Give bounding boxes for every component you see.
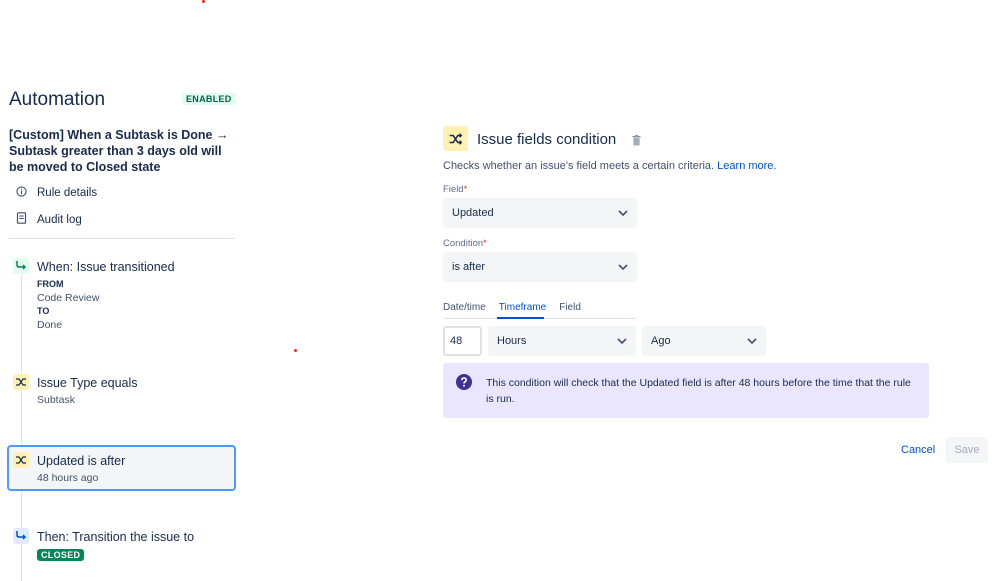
direction-select-value: Ago xyxy=(651,335,671,347)
action-node-transition[interactable]: Then: Transition the issue to CLOSED xyxy=(13,528,233,564)
trigger-title: When: Issue transitioned xyxy=(37,260,175,274)
mode-tabs: Date/time Timeframe Field xyxy=(443,302,581,313)
action-title: Then: Transition the issue to xyxy=(37,530,195,544)
field-select[interactable]: Updated xyxy=(443,198,637,228)
tab-active-indicator xyxy=(497,317,544,319)
unit-select[interactable]: Hours xyxy=(488,326,636,356)
trigger-node[interactable]: When: Issue transitioned FROM Code Revie… xyxy=(13,258,233,333)
condition-select[interactable]: is after xyxy=(443,252,637,282)
nav-audit-log[interactable]: Audit log xyxy=(16,212,82,227)
amount-input[interactable]: 48 xyxy=(443,326,482,356)
required-asterisk: * xyxy=(483,238,487,249)
chevron-down-icon xyxy=(618,207,628,219)
sidebar-divider xyxy=(9,238,235,239)
unit-select-value: Hours xyxy=(497,335,527,347)
condition1-title: Issue Type equals xyxy=(37,376,138,390)
shuffle-icon xyxy=(13,452,29,468)
tab-field[interactable]: Field xyxy=(559,302,581,313)
panel-title: Issue fields condition xyxy=(477,131,617,148)
info-icon xyxy=(16,186,27,200)
page-title: Automation xyxy=(9,89,106,110)
info-message: This condition will check that the Updat… xyxy=(443,363,929,418)
condition-node-issue-type[interactable]: Issue Type equals Subtask xyxy=(13,374,233,410)
from-value: Code Review xyxy=(37,291,100,304)
to-value: Done xyxy=(37,318,63,331)
description-text: Checks whether an issue's field meets a … xyxy=(443,160,715,172)
cancel-button[interactable]: Cancel xyxy=(901,444,935,456)
chevron-down-icon xyxy=(618,261,628,273)
status-badge: ENABLED xyxy=(182,93,236,105)
condition1-sub: Subtask xyxy=(37,394,75,406)
field-label: Field* xyxy=(443,184,467,195)
condition-select-value: is after xyxy=(452,261,486,273)
tab-date-time[interactable]: Date/time xyxy=(443,302,486,313)
required-asterisk: * xyxy=(463,184,468,195)
condition-label-text: Condition xyxy=(443,238,484,249)
save-button[interactable]: Save xyxy=(946,437,988,463)
panel-description: Checks whether an issue's field meets a … xyxy=(443,160,776,172)
nav-rule-details[interactable]: Rule details xyxy=(16,186,97,200)
learn-more-link[interactable]: Learn more. xyxy=(717,160,776,172)
condition-node-updated[interactable]: Updated is after 48 hours ago xyxy=(7,445,236,491)
to-label: TO xyxy=(37,306,50,316)
field-select-value: Updated xyxy=(452,207,494,219)
condition2-title: Updated is after xyxy=(37,454,126,468)
trigger-details: FROM Code Review TO Done xyxy=(37,278,99,332)
chevron-down-icon xyxy=(617,335,627,347)
direction-select[interactable]: Ago xyxy=(642,326,766,356)
nav-rule-details-label: Rule details xyxy=(37,187,98,199)
amount-value: 48 xyxy=(450,335,463,347)
branch-icon xyxy=(13,258,29,274)
branch-icon xyxy=(13,528,29,544)
chevron-down-icon xyxy=(747,335,757,347)
condition2-sub: 48 hours ago xyxy=(37,472,99,484)
nav-audit-log-label: Audit log xyxy=(37,213,82,226)
stray-dot-top xyxy=(202,0,205,3)
question-icon xyxy=(456,374,472,395)
document-icon xyxy=(16,212,27,227)
tab-timeframe[interactable]: Timeframe xyxy=(499,302,546,313)
info-text: This condition will check that the Updat… xyxy=(486,377,911,405)
stray-dot-middle xyxy=(294,349,297,352)
shuffle-icon xyxy=(443,126,468,151)
from-label: FROM xyxy=(37,279,64,289)
field-label-text: Field xyxy=(443,184,464,195)
closed-badge: CLOSED xyxy=(37,549,85,561)
shuffle-icon xyxy=(13,374,29,390)
rule-name: [Custom] When a Subtask is Done → Subtas… xyxy=(9,128,229,174)
trash-icon[interactable] xyxy=(632,133,641,151)
condition-label: Condition* xyxy=(443,238,487,249)
